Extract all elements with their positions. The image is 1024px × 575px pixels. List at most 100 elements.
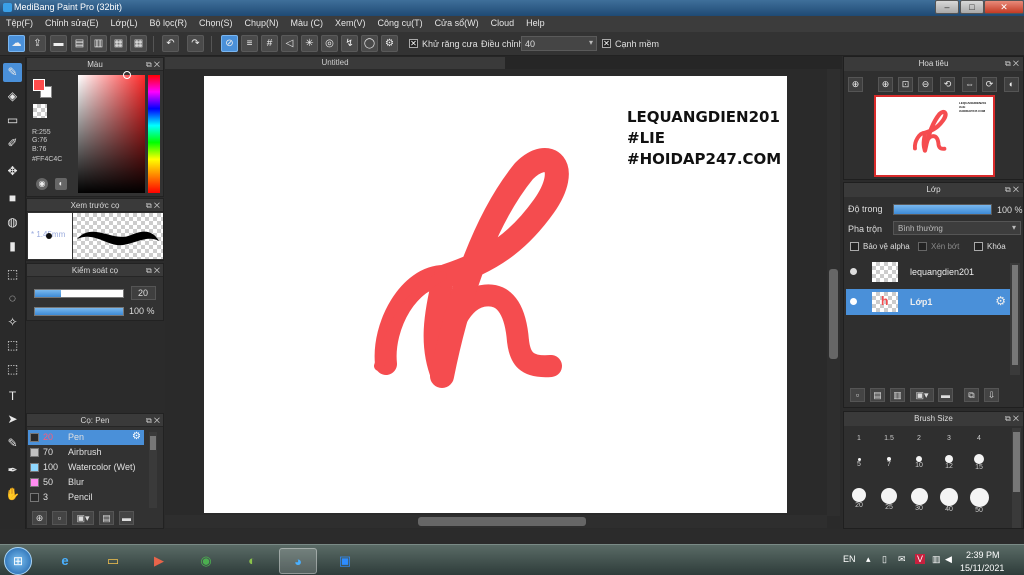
start-button-icon[interactable]: ⊞ bbox=[4, 547, 32, 575]
brush-size-cell[interactable]: 1.5 bbox=[874, 435, 904, 442]
network-icon[interactable]: ▥ bbox=[932, 554, 941, 565]
text-tool-icon[interactable]: T bbox=[3, 387, 22, 406]
panel-icon[interactable]: ▦ bbox=[110, 35, 127, 52]
file-explorer-icon[interactable]: ▭ bbox=[94, 548, 132, 574]
document-tab[interactable]: Untitled bbox=[165, 57, 505, 69]
menu-cloud[interactable]: Cloud bbox=[485, 16, 521, 32]
brush-size-scrollbar[interactable] bbox=[1012, 428, 1021, 528]
select-eraser-tool-icon[interactable]: ⬚ bbox=[3, 360, 22, 379]
panel-close-icon[interactable]: ⧉ ✕ bbox=[146, 199, 160, 212]
new-brush-icon[interactable]: ▫ bbox=[52, 511, 67, 525]
brush-tool-icon[interactable]: ✎ bbox=[3, 63, 22, 82]
lock-checkbox[interactable] bbox=[974, 242, 983, 251]
chrome-icon[interactable]: ◉ bbox=[187, 548, 225, 574]
brush-size-cell[interactable]: 15 bbox=[964, 454, 994, 471]
media-player-icon[interactable]: ▶ bbox=[140, 548, 178, 574]
minimize-button[interactable]: – bbox=[935, 0, 959, 14]
redo-icon[interactable]: ↷ bbox=[187, 35, 204, 52]
brush-menu-icon[interactable]: ▣▾ bbox=[72, 511, 94, 525]
foreground-color-swatch[interactable] bbox=[33, 79, 45, 91]
fit-icon[interactable]: ⊡ bbox=[898, 77, 913, 92]
comment-icon[interactable]: ▬ bbox=[50, 35, 67, 52]
color-picker-cursor[interactable] bbox=[123, 71, 131, 79]
rotate-right-icon[interactable]: ⟳ bbox=[982, 77, 997, 92]
menu-select[interactable]: Chọn(S) bbox=[193, 16, 239, 32]
marquee-tool-icon[interactable]: ⬚ bbox=[3, 265, 22, 284]
flip-icon[interactable]: ⇔ bbox=[962, 77, 977, 92]
gradient-tool-icon[interactable]: ▮ bbox=[3, 237, 22, 256]
upload-icon[interactable]: ⇪ bbox=[29, 35, 46, 52]
eyedropper-tool-icon[interactable]: ✒ bbox=[3, 461, 22, 480]
menu-tools[interactable]: Công cụ(T) bbox=[372, 16, 429, 32]
panel-close-icon[interactable]: ⧉ ✕ bbox=[1005, 412, 1019, 426]
brush-duplicate-icon[interactable]: ▤ bbox=[99, 511, 114, 525]
panel-close-icon[interactable]: ⧉ ✕ bbox=[1005, 57, 1019, 71]
menu-file[interactable]: Tệp(F) bbox=[0, 16, 39, 32]
close-button[interactable]: ✕ bbox=[984, 0, 1024, 14]
panel-close-icon[interactable]: ⧉ ✕ bbox=[146, 58, 160, 71]
move-tool-icon[interactable]: ✥ bbox=[3, 162, 22, 181]
brush-item-blur[interactable]: 50 Blur bbox=[28, 475, 144, 490]
gear-icon[interactable]: ⚙ bbox=[995, 294, 1006, 308]
brush-size-cell[interactable]: 30 bbox=[904, 488, 934, 512]
brush-size-cell[interactable]: 1 bbox=[844, 435, 874, 442]
brush-size-cell[interactable]: 40 bbox=[934, 488, 964, 513]
vanishing-snap-icon[interactable]: ◁ bbox=[281, 35, 298, 52]
antialias-checkbox[interactable]: ✕ bbox=[409, 39, 418, 48]
select-pen-tool-icon[interactable]: ⬚ bbox=[3, 336, 22, 355]
sharp-edge-checkbox[interactable]: ✕ bbox=[602, 39, 611, 48]
navigator-thumbnail[interactable]: LEQUANGDIEN201 #LIE #HOIDAP247.COM bbox=[874, 95, 995, 177]
tray-up-icon[interactable]: ▴ bbox=[866, 554, 871, 565]
circle-snap-icon[interactable]: ◎ bbox=[321, 35, 338, 52]
eraser-tool-icon[interactable]: ◈ bbox=[3, 87, 22, 106]
layer-opacity-slider[interactable] bbox=[893, 204, 992, 215]
brush-item-pen[interactable]: 20 Pen ⚙ bbox=[28, 430, 144, 445]
horizontal-scrollbar-thumb[interactable] bbox=[418, 517, 586, 526]
snap-off-icon[interactable]: ⊘ bbox=[221, 35, 238, 52]
brush-size-cell[interactable]: 50 bbox=[964, 488, 994, 514]
zoom-out-icon[interactable]: ⊖ bbox=[918, 77, 933, 92]
rect-fill-tool-icon[interactable]: ■ bbox=[3, 189, 22, 208]
brush-size-field[interactable]: 20 bbox=[131, 286, 156, 300]
zoom-in-icon[interactable]: ⊕ bbox=[878, 77, 893, 92]
vpn-icon[interactable]: V bbox=[915, 554, 926, 564]
panel-close-icon[interactable]: ⧉ ✕ bbox=[1005, 183, 1019, 197]
layers-scrollbar[interactable] bbox=[1010, 263, 1020, 375]
usb-icon[interactable]: ▯ bbox=[882, 554, 887, 565]
canvas-paper[interactable]: LEQUANGDIEN201 #LIE #HOIDAP247.COM bbox=[204, 76, 787, 513]
transparent-color-swatch[interactable] bbox=[33, 104, 47, 118]
hand-tool-icon[interactable]: ✋ bbox=[3, 485, 22, 504]
clock-time[interactable]: 2:39 PM bbox=[966, 550, 1000, 560]
layer-row-lequangdien201[interactable]: lequangdien201 bbox=[846, 259, 1016, 285]
internet-explorer-icon[interactable]: e bbox=[46, 548, 84, 574]
panel-close-icon[interactable]: ⧉ ✕ bbox=[146, 264, 160, 277]
menu-layer[interactable]: Lớp(L) bbox=[105, 16, 144, 32]
cloud-icon[interactable]: ☁ bbox=[8, 35, 25, 52]
menu-window[interactable]: Cửa sổ(W) bbox=[429, 16, 485, 32]
menu-view[interactable]: Xem(V) bbox=[329, 16, 372, 32]
new-8bit-layer-icon[interactable]: ▥ bbox=[890, 388, 905, 402]
duplicate-layer-icon[interactable]: ⧉ bbox=[964, 388, 979, 402]
brush-size-cell[interactable]: 20 bbox=[844, 488, 874, 509]
brush-list-scrollbar[interactable] bbox=[149, 432, 157, 508]
parallel-snap-icon[interactable]: ≡ bbox=[241, 35, 258, 52]
reset-view-icon[interactable]: ◐ bbox=[1004, 77, 1019, 92]
rotate-left-icon[interactable]: ⟲ bbox=[940, 77, 955, 92]
merge-layer-icon[interactable]: ⇩ bbox=[984, 388, 999, 402]
brush-size-cell[interactable]: 10 bbox=[904, 454, 934, 469]
snap-settings-icon[interactable]: ⚙ bbox=[381, 35, 398, 52]
menu-color[interactable]: Màu (C) bbox=[285, 16, 330, 32]
operation-tool-icon[interactable]: ➤ bbox=[3, 410, 22, 429]
ellipse-snap-icon[interactable]: ◯ bbox=[361, 35, 378, 52]
brush-item-pencil[interactable]: 3 Pencil bbox=[28, 490, 144, 505]
gear-icon[interactable]: ⚙ bbox=[132, 431, 141, 442]
vertical-scrollbar[interactable] bbox=[827, 69, 840, 516]
notification-icon[interactable]: ✉ bbox=[898, 554, 906, 565]
layer-row-lop1[interactable]: h Lớp1 ⚙ bbox=[846, 289, 1010, 315]
zoom-in-icon[interactable]: ⊕ bbox=[848, 77, 863, 92]
grid-icon[interactable]: ▦ bbox=[130, 35, 147, 52]
blend-dropdown[interactable]: Bình thường ▾ bbox=[893, 221, 1021, 235]
menu-edit[interactable]: Chỉnh sửa(E) bbox=[39, 16, 105, 32]
cross-snap-icon[interactable]: # bbox=[261, 35, 278, 52]
eye-icon[interactable] bbox=[850, 268, 857, 275]
